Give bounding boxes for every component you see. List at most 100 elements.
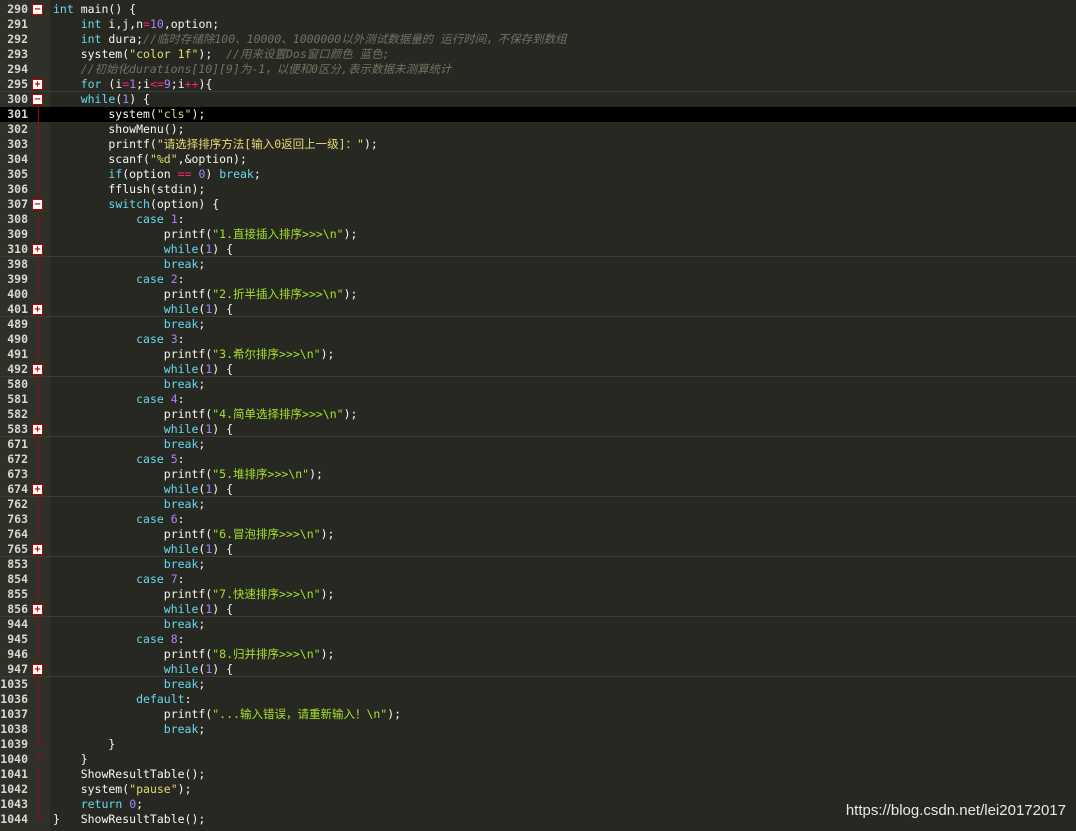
code-line[interactable]: 305 if(option == 0) break; (0, 167, 1076, 182)
fold-collapse-icon[interactable]: − (32, 94, 43, 105)
code-line[interactable]: 294 //初始化durations[10][9]为-1，以便和0区分,表示数据… (0, 62, 1076, 77)
code-line[interactable]: 303 printf("请选择排序方法[输入0返回上一级]："); (0, 137, 1076, 152)
code-line[interactable]: 400 printf("2.折半插入排序>>>\n"); (0, 287, 1076, 302)
code-line[interactable]: 1038 break; (0, 722, 1076, 737)
code-line[interactable]: 762 break; (0, 497, 1076, 512)
code-text: } (53, 737, 115, 752)
code-token: 3 (170, 332, 178, 346)
code-line[interactable]: 293 system("color 1f"); //用来设置Dos窗口颜色 蓝色… (0, 47, 1076, 62)
code-line[interactable]: 491 printf("3.希尔排序>>>\n"); (0, 347, 1076, 362)
line-number: 489 (7, 317, 28, 331)
code-token: (i (101, 77, 123, 91)
code-line[interactable]: 763 case 6: (0, 512, 1076, 527)
code-line[interactable]: 490 case 3: (0, 332, 1076, 347)
code-line[interactable]: 853 break; (0, 557, 1076, 572)
code-line[interactable]: 307− switch(option) { (0, 197, 1076, 212)
fold-expand-icon[interactable]: + (32, 364, 43, 375)
code-line[interactable]: 295 + for (i=1;i<=9;i++){ (0, 77, 1076, 92)
code-line[interactable]: 1041 ShowResultTable(); (0, 767, 1076, 782)
code-line[interactable]: 489 break; (0, 317, 1076, 332)
code-line[interactable]: 309 printf("1.直接插入排序>>>\n"); (0, 227, 1076, 242)
code-token: dura; (101, 32, 144, 46)
code-editor[interactable]: 290− int main() {291 int i,j,n=10,option;… (0, 0, 1076, 831)
code-line[interactable]: 306 fflush(stdin); (0, 182, 1076, 197)
code-line[interactable]: 764 printf("6.冒泡排序>>>\n"); (0, 527, 1076, 542)
code-line[interactable]: 290− int main() { (0, 2, 1076, 17)
code-line[interactable]: 945 case 8: (0, 632, 1076, 647)
code-line[interactable]: 582 printf("4.简单选择排序>>>\n"); (0, 407, 1076, 422)
fold-expand-icon[interactable]: + (32, 424, 43, 435)
code-token: break (219, 167, 254, 181)
code-token: //用来设置Dos窗口颜色 蓝色; (226, 47, 390, 61)
code-line[interactable]: 304 scanf("%d",&option); (0, 152, 1076, 167)
code-line[interactable]: 291 int i,j,n=10,option; (0, 17, 1076, 32)
code-text: while(1) { (53, 602, 233, 617)
line-number: 674 (7, 482, 28, 496)
code-text: while(1) { (53, 662, 233, 677)
code-line[interactable]: 673 printf("5.堆排序>>>\n"); (0, 467, 1076, 482)
code-line[interactable]: 672 case 5: (0, 452, 1076, 467)
code-line[interactable]: 1040 } (0, 752, 1076, 767)
code-line[interactable]: 310 + while(1) { (0, 242, 1076, 257)
code-line[interactable]: 583 + while(1) { (0, 422, 1076, 437)
code-line[interactable]: 399 case 2: (0, 272, 1076, 287)
code-line[interactable]: 1039 } (0, 737, 1076, 752)
code-text: while(1) { (53, 302, 233, 317)
code-line[interactable]: 946 printf("8.归并排序>>>\n"); (0, 647, 1076, 662)
line-number: 295 (7, 77, 28, 91)
code-line[interactable]: 947 + while(1) { (0, 662, 1076, 677)
fold-expand-icon[interactable]: + (32, 544, 43, 555)
code-line[interactable]: 308 case 1: (0, 212, 1076, 227)
code-text: int main() { (53, 2, 136, 17)
fold-guide-line (38, 587, 39, 602)
fold-expand-icon[interactable]: + (32, 604, 43, 615)
fold-collapse-icon[interactable]: − (32, 199, 43, 210)
code-line[interactable]: 671 break; (0, 437, 1076, 452)
code-line[interactable]: 855 printf("7.快速排序>>>\n"); (0, 587, 1076, 602)
code-lines: 290− int main() {291 int i,j,n=10,option;… (0, 2, 1076, 827)
code-line[interactable]: 854 case 7: (0, 572, 1076, 587)
code-token: int (53, 2, 74, 16)
code-line[interactable]: 292 int dura;//临时存储除100、10000、1000000以外测… (0, 32, 1076, 47)
code-token: ) { (212, 662, 234, 676)
code-token: ) { (129, 92, 150, 106)
code-line[interactable]: 302 showMenu(); (0, 122, 1076, 137)
fold-expand-icon[interactable]: + (32, 244, 43, 255)
code-text: for (i=1;i<=9;i++){ (53, 77, 213, 92)
code-line[interactable]: 1035 break; (0, 677, 1076, 692)
code-line[interactable]: 674 + while(1) { (0, 482, 1076, 497)
code-token: 7 (170, 572, 178, 586)
fold-collapse-icon[interactable]: − (32, 4, 43, 15)
line-number: 1044 (0, 812, 28, 826)
code-line[interactable]: 301 system("cls"); (0, 107, 1076, 122)
code-line[interactable]: 300− while(1) { (0, 92, 1076, 107)
code-token: ) { (212, 482, 234, 496)
code-line[interactable]: 1036 default: (0, 692, 1076, 707)
line-number: 293 (7, 47, 28, 61)
fold-expand-icon[interactable]: + (32, 484, 43, 495)
code-line[interactable]: 856 + while(1) { (0, 602, 1076, 617)
code-line[interactable]: 944 break; (0, 617, 1076, 632)
code-token: ; (198, 377, 206, 391)
code-token: "color 1f" (129, 47, 199, 61)
code-line[interactable]: 398 break; (0, 257, 1076, 272)
code-line[interactable]: 581 case 4: (0, 392, 1076, 407)
fold-expand-icon[interactable]: + (32, 304, 43, 315)
fold-guide-line (38, 137, 39, 152)
fold-expand-icon[interactable]: + (32, 79, 43, 90)
code-line[interactable]: 492 + while(1) { (0, 362, 1076, 377)
fold-expand-icon[interactable]: + (32, 664, 43, 675)
code-line[interactable]: 1042 system("pause"); (0, 782, 1076, 797)
code-token: case (136, 632, 164, 646)
code-line[interactable]: 401 + while(1) { (0, 302, 1076, 317)
fold-guide-line (38, 272, 39, 287)
code-line[interactable]: 1037 printf("...输入错误，请重新输入！\n"); (0, 707, 1076, 722)
code-line[interactable]: 765 + while(1) { (0, 542, 1076, 557)
code-token: ,&option); (177, 152, 247, 166)
code-line[interactable]: 580 break; (0, 377, 1076, 392)
